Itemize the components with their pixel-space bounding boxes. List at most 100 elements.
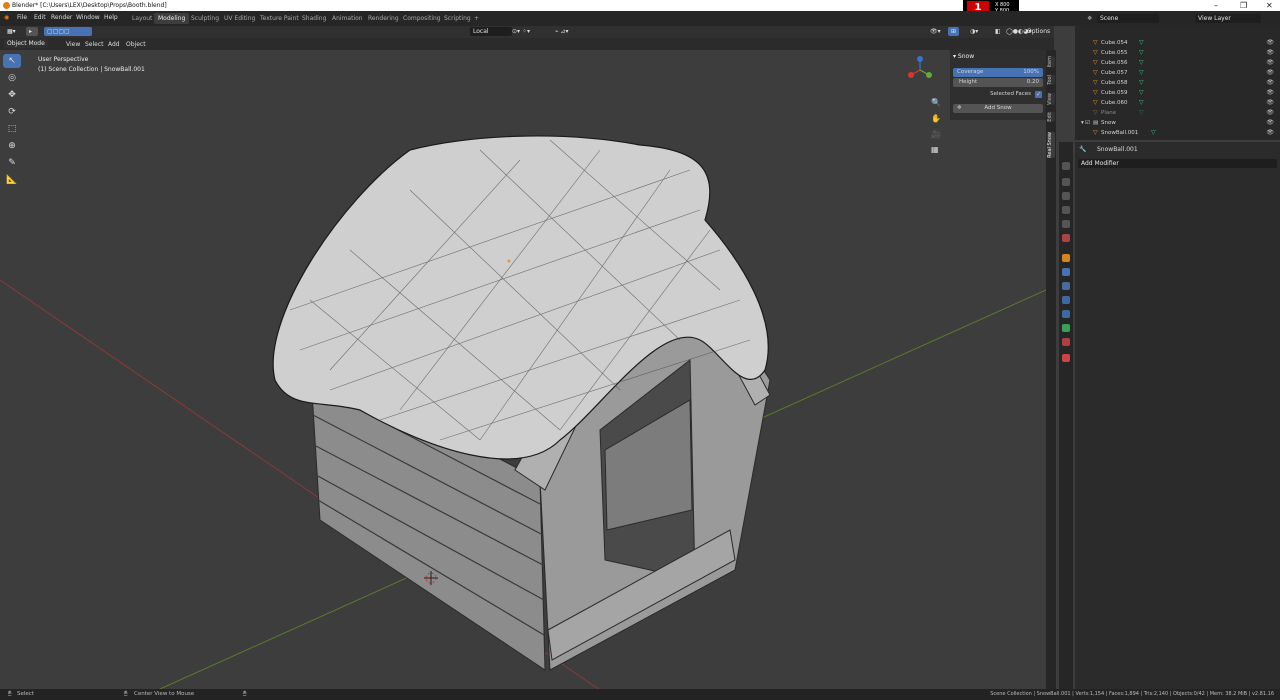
selection-mode-buttons[interactable]: ▢▢▢▢ [44,27,92,36]
menu-render[interactable]: Render [51,14,72,21]
tab-uv-editing[interactable]: UV Editing [220,13,259,24]
render-properties-icon[interactable] [1062,178,1070,186]
outliner-item-active[interactable]: ▽ SnowBall.001 ▽ 👁 [1075,128,1280,138]
outliner-item[interactable]: ▽ Cube.060 ▽ 👁 [1075,98,1280,108]
outliner-item[interactable]: ▽ Cube.054 ▽ 👁 [1075,38,1280,48]
move-tool-icon[interactable]: ✥ [3,88,21,102]
menu-view[interactable]: View [66,41,80,48]
minimize-button[interactable]: – [1214,1,1218,10]
eye-icon[interactable]: 👁 [1266,108,1274,118]
scale-tool-icon[interactable]: ⬚ [3,122,21,136]
tab-view[interactable]: View [1047,93,1055,105]
tab-modeling[interactable]: Modeling [154,13,190,24]
particles-properties-icon[interactable] [1062,282,1070,290]
scene-selector[interactable]: Scene [1097,14,1159,23]
outliner-item[interactable]: ▽ Cube.059 ▽ 👁 [1075,88,1280,98]
eye-icon[interactable]: 👁 [1266,88,1274,98]
snap-icon[interactable]: ⌁ ⊿▾ [555,28,569,35]
tab-texture-paint[interactable]: Texture Paint [256,13,303,24]
pan-hand-icon[interactable]: ✋ [931,114,941,123]
menu-edit[interactable]: Edit [34,14,46,21]
zoom-icon[interactable]: 🔍 [931,98,941,107]
navigation-gizmo[interactable] [905,55,935,85]
eye-icon[interactable]: 👁 [1266,78,1274,88]
close-button[interactable]: ✕ [1266,1,1273,10]
eye-icon[interactable]: 👁 [1266,128,1274,138]
scene-properties-icon[interactable] [1062,220,1070,228]
eye-icon[interactable]: 👁 [1266,118,1274,128]
tab-edit[interactable]: Edit [1047,112,1055,122]
add-modifier-dropdown[interactable]: Add Modifier [1078,159,1277,168]
selected-faces-row[interactable]: Selected Faces ✓ [953,90,1043,99]
tool-properties-icon[interactable] [1062,162,1070,170]
menu-window[interactable]: Window [76,14,100,21]
height-field[interactable]: Height 0.20 [953,78,1043,87]
output-properties-icon[interactable] [1062,192,1070,200]
cursor-tool-icon[interactable]: ◎ [3,71,21,85]
select-box-button[interactable]: ▸ [26,27,38,36]
material-properties-icon[interactable] [1062,338,1070,346]
menu-select[interactable]: Select [85,41,104,48]
tab-item[interactable]: Item [1047,56,1055,68]
outliner-item[interactable]: ▽ Cube.055 ▽ 👁 [1075,48,1280,58]
tab-sculpting[interactable]: Sculpting [187,13,223,24]
select-tool-icon[interactable]: ↖ [3,54,21,68]
texture-properties-icon[interactable] [1062,354,1070,362]
orientation-dropdown[interactable]: Local [470,27,512,36]
tab-compositing[interactable]: Compositing [399,13,445,24]
pivot-icon[interactable]: ⊙▾ ⁘▾ [512,28,530,35]
mesh-object-icon: ▽ [1093,39,1098,46]
coverage-slider[interactable]: Coverage 100% [953,68,1043,77]
view-layer-selector[interactable]: View Layer [1195,14,1261,23]
collection-checkbox[interactable]: ☑ [1085,118,1090,128]
modifier-properties-icon[interactable] [1062,268,1070,276]
eye-icon[interactable]: 👁 [1266,58,1274,68]
menu-help[interactable]: Help [104,14,118,21]
maximize-button[interactable]: ❐ [1240,1,1247,10]
blender-menu-icon[interactable]: ◉ [4,14,9,21]
outliner-collection[interactable]: ▾ ☑ ▤ Snow 👁 [1075,118,1280,128]
eye-icon[interactable]: 👁 [1266,68,1274,78]
tab-animation[interactable]: Animation [328,13,367,24]
measure-tool-icon[interactable]: 📐 [3,173,21,187]
tab-tool[interactable]: Tool [1047,75,1055,85]
overlay-icon[interactable]: ◑▾ [970,28,978,35]
eye-icon[interactable]: 👁 [1266,38,1274,48]
outliner-item[interactable]: ▽ Plane ▽ 👁 [1075,108,1280,118]
menu-add[interactable]: Add [108,41,120,48]
expand-icon[interactable]: ▾ [1081,118,1084,128]
object-properties-icon[interactable] [1062,254,1070,262]
menu-file[interactable]: File [17,14,27,21]
physics-properties-icon[interactable] [1062,296,1070,304]
menu-object[interactable]: Object [126,41,146,48]
outliner-item[interactable]: ▽ Cube.058 ▽ 👁 [1075,78,1280,88]
tab-rendering[interactable]: Rendering [364,13,403,24]
status-select-hint: Select [17,691,34,697]
annotate-tool-icon[interactable]: ✎ [3,156,21,170]
grid-view-icon[interactable]: ▦ [931,145,939,154]
eye-icon[interactable]: 👁 [1266,48,1274,58]
outliner-item[interactable]: ▽ Cube.056 ▽ 👁 [1075,58,1280,68]
3d-viewport[interactable]: User Perspective (1) Scene Collection | … [0,50,1046,689]
eye-icon[interactable]: 👁 [1266,98,1274,108]
rotate-tool-icon[interactable]: ⟳ [3,105,21,119]
editor-type-button[interactable]: ▦▾ [4,27,19,36]
selected-faces-checkbox[interactable]: ✓ [1035,91,1042,98]
xray-icon[interactable]: ◧ [995,28,1001,35]
transform-tool-icon[interactable]: ⊕ [3,139,21,153]
add-workspace-button[interactable]: + [470,13,483,24]
gizmo-toggle-button[interactable]: ⊞ [948,27,960,36]
outliner-item[interactable]: ▽ Cube.057 ▽ 👁 [1075,68,1280,78]
tab-shading[interactable]: Shading [298,13,330,24]
tab-real-snow[interactable]: Real Snow [1047,132,1055,158]
constraints-properties-icon[interactable] [1062,310,1070,318]
object-mode-dropdown[interactable]: Object Mode [4,39,48,48]
visibility-icon[interactable]: 👁▾ [930,28,941,35]
shading-modes-icon[interactable]: ◯●◐◕▾ [1006,28,1031,35]
view-layer-properties-icon[interactable] [1062,206,1070,214]
world-properties-icon[interactable] [1062,234,1070,242]
camera-icon[interactable]: 🎥 [931,130,941,139]
add-snow-button[interactable]: ❄ Add Snow [953,104,1043,113]
data-properties-icon[interactable] [1062,324,1070,332]
tab-layout[interactable]: Layout [128,13,156,24]
